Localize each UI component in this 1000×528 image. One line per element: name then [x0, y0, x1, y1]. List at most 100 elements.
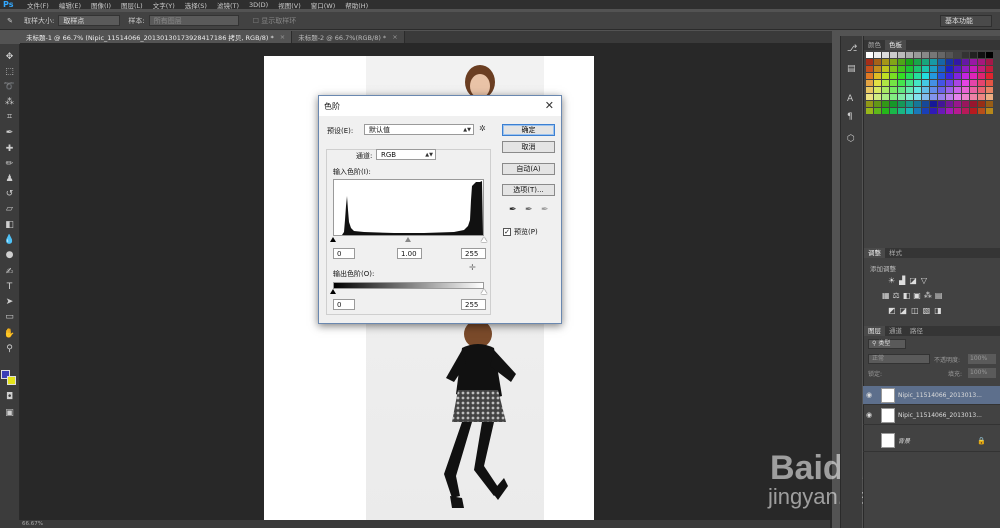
menu-file[interactable]: 文件(F) — [22, 0, 54, 10]
swatch[interactable] — [978, 66, 985, 72]
marquee-tool-icon[interactable]: ⬚ — [2, 65, 17, 78]
sample-select[interactable]: 所有图层 — [148, 15, 239, 26]
swatch[interactable] — [882, 101, 889, 107]
swatch[interactable] — [938, 101, 945, 107]
swatch[interactable] — [906, 101, 913, 107]
move-tool-icon[interactable]: ✥ — [2, 50, 17, 63]
tab-swatches[interactable]: 色板 — [885, 40, 906, 50]
menu-image[interactable]: 图像(I) — [86, 0, 116, 10]
tab-adjustments[interactable]: 调整 — [864, 248, 885, 258]
swatch[interactable] — [882, 52, 889, 58]
swatch[interactable] — [930, 94, 937, 100]
swatch[interactable] — [978, 73, 985, 79]
shape-tool-icon[interactable]: ▭ — [2, 310, 17, 323]
quick-select-tool-icon[interactable]: ⁂ — [2, 95, 17, 108]
swatch[interactable] — [954, 94, 961, 100]
swatch[interactable] — [898, 94, 905, 100]
swatch[interactable] — [986, 52, 993, 58]
auto-button[interactable]: 自动(A) — [502, 163, 555, 175]
swatch[interactable] — [962, 80, 969, 86]
background-color-swatch[interactable] — [7, 376, 16, 385]
tab-layers[interactable]: 图层 — [864, 326, 885, 336]
swatch[interactable] — [986, 108, 993, 114]
swatch[interactable] — [970, 108, 977, 114]
swatch[interactable] — [954, 80, 961, 86]
swatch[interactable] — [898, 108, 905, 114]
gradient-tool-icon[interactable]: ◧ — [2, 218, 17, 231]
tab-styles[interactable]: 样式 — [885, 248, 906, 258]
swatch[interactable] — [938, 52, 945, 58]
output-white-slider[interactable] — [481, 289, 487, 294]
history-brush-icon[interactable]: ↺ — [2, 187, 17, 200]
swatch[interactable] — [970, 101, 977, 107]
swatch[interactable] — [914, 101, 921, 107]
swatch[interactable] — [898, 52, 905, 58]
swatch[interactable] — [978, 108, 985, 114]
swatch[interactable] — [954, 108, 961, 114]
swatch[interactable] — [874, 87, 881, 93]
swatch[interactable] — [914, 80, 921, 86]
brush-tool-icon[interactable]: ✏ — [2, 157, 17, 170]
swatch[interactable] — [922, 108, 929, 114]
swatch[interactable] — [954, 73, 961, 79]
gray-eyedropper-icon[interactable]: ✒ — [525, 205, 533, 215]
swatch[interactable] — [922, 87, 929, 93]
properties-panel-icon[interactable]: ▤ — [847, 64, 856, 74]
sample-size-select[interactable]: 取样点 — [58, 15, 121, 26]
preset-options-gear-icon[interactable]: ✲ — [479, 124, 486, 133]
gamma-slider[interactable] — [405, 237, 411, 242]
close-icon[interactable]: ✕ — [545, 99, 554, 112]
cancel-button[interactable]: 取消 — [502, 141, 555, 153]
opacity-input[interactable]: 100% — [968, 354, 996, 364]
swatch[interactable] — [922, 94, 929, 100]
swatch[interactable] — [914, 59, 921, 65]
swatch[interactable] — [882, 80, 889, 86]
swatch[interactable] — [978, 59, 985, 65]
swatch[interactable] — [906, 87, 913, 93]
options-button[interactable]: 选项(T)... — [502, 184, 555, 196]
zoom-level[interactable]: 66.67% — [22, 521, 43, 527]
input-black-field[interactable]: 0 — [333, 248, 355, 259]
swatch[interactable] — [954, 66, 961, 72]
black-eyedropper-icon[interactable]: ✒ — [509, 205, 517, 215]
paragraph-panel-icon[interactable]: ¶ — [847, 112, 853, 122]
swatch[interactable] — [914, 87, 921, 93]
swatch[interactable] — [874, 66, 881, 72]
swatch[interactable] — [954, 101, 961, 107]
swatch[interactable] — [914, 108, 921, 114]
swatch[interactable] — [866, 66, 873, 72]
swatch[interactable] — [946, 66, 953, 72]
swatch[interactable] — [962, 52, 969, 58]
hand-tool-icon[interactable]: ✋ — [2, 327, 17, 340]
swatch[interactable] — [930, 87, 937, 93]
menu-view[interactable]: 视图(V) — [273, 0, 306, 10]
menu-help[interactable]: 帮助(H) — [340, 0, 373, 10]
swatch[interactable] — [898, 66, 905, 72]
3d-panel-icon[interactable]: ⬡ — [847, 134, 855, 144]
swatch[interactable] — [890, 87, 897, 93]
show-ring-checkbox[interactable]: ☐ 显示取样环 — [253, 16, 297, 26]
swatch[interactable] — [890, 66, 897, 72]
history-panel-icon[interactable]: ⎇ — [847, 44, 857, 54]
swatch[interactable] — [946, 73, 953, 79]
swatch[interactable] — [914, 52, 921, 58]
swatch[interactable] — [906, 80, 913, 86]
eye-icon[interactable]: ◉ — [863, 411, 875, 419]
channel-select[interactable]: RGB ▲▼ — [376, 149, 436, 160]
eraser-tool-icon[interactable]: ▱ — [2, 202, 17, 215]
swatch[interactable] — [930, 80, 937, 86]
swatch[interactable] — [882, 108, 889, 114]
menu-select[interactable]: 选择(S) — [180, 0, 212, 10]
eyedropper-icon[interactable]: ✎ — [0, 17, 20, 25]
screen-mode-icon[interactable]: ▣ — [2, 406, 17, 419]
menu-filter[interactable]: 滤镜(T) — [212, 0, 244, 10]
input-sliders[interactable] — [330, 236, 487, 243]
eyedropper-tool-icon[interactable]: ✒ — [2, 126, 17, 139]
swatch[interactable] — [938, 73, 945, 79]
swatch[interactable] — [882, 66, 889, 72]
swatch[interactable] — [914, 66, 921, 72]
pen-tool-icon[interactable]: ✍ — [2, 265, 17, 278]
swatch[interactable] — [930, 59, 937, 65]
swatch[interactable] — [986, 59, 993, 65]
swatch[interactable] — [898, 87, 905, 93]
